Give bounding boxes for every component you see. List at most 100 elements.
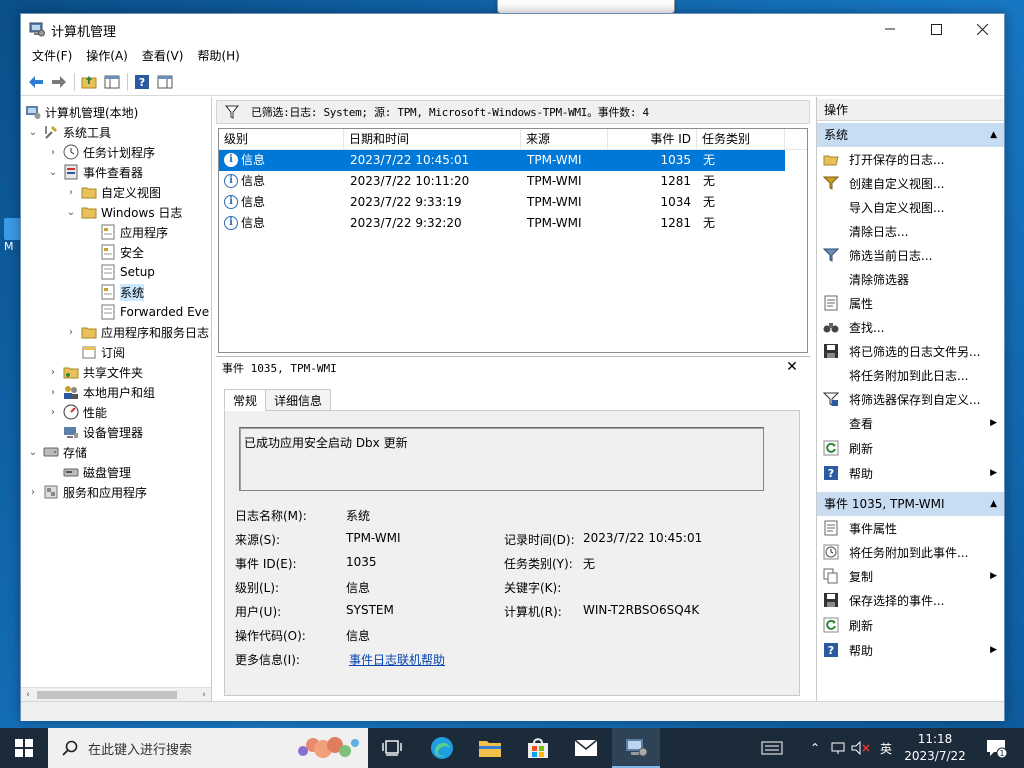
event-description[interactable]: 已成功应用安全启动 Dbx 更新 [239,427,764,491]
action-view-submenu[interactable]: 查看 ▶ [817,411,1004,435]
action-refresh-event[interactable]: 刷新 [817,613,1004,637]
tree-item-system-tools[interactable]: ⌄ 系统工具 [27,122,111,142]
collapse-icon[interactable]: ⌄ [27,127,39,138]
event-log-online-help-link[interactable]: 事件日志联机帮助 [349,651,445,668]
column-header-level[interactable]: 级别 [219,129,344,150]
actions-section-system[interactable]: 系统 ▲ [817,123,1004,147]
column-header-task-category[interactable]: 任务类别 [697,129,785,150]
action-import-custom-view[interactable]: 导入自定义视图... [817,195,1004,219]
tree-item-subscriptions[interactable]: 订阅 [81,342,125,362]
scrollbar-thumb[interactable] [37,691,177,699]
action-attach-task-to-log[interactable]: 将任务附加到此日志... [817,363,1004,387]
maximize-button[interactable] [913,14,959,44]
expand-icon[interactable]: › [47,367,59,378]
menu-action[interactable]: 操作(A) [79,46,135,66]
table-row[interactable]: i 信息 2023/7/22 10:45:01 TPM-WMI 1035 无 [219,150,785,171]
expand-icon[interactable]: › [65,327,77,338]
title-bar[interactable]: 计算机管理 [21,14,1004,44]
taskbar-clock[interactable]: 11:18 2023/7/22 [898,731,972,765]
action-clear-log[interactable]: 清除日志... [817,219,1004,243]
show-hide-action-pane-button[interactable] [154,71,176,93]
taskbar-computer-management-button[interactable] [612,728,660,768]
tree-item-shared-folders[interactable]: › 共享文件夹 [47,362,143,382]
collapse-icon[interactable]: ⌄ [47,167,59,178]
action-create-custom-view[interactable]: 创建自定义视图... [817,171,1004,195]
expand-icon[interactable]: › [47,147,59,158]
tree-item-log-security[interactable]: 安全 [100,242,144,262]
column-header-datetime[interactable]: 日期和时间 [344,129,521,150]
collapse-icon[interactable]: ⌄ [65,207,77,218]
action-clear-filter[interactable]: 清除筛选器 [817,267,1004,291]
tree-item-log-system[interactable]: 系统 [100,282,145,302]
collapse-up-icon[interactable]: ▲ [990,492,997,516]
tree-item-log-forwarded-events[interactable]: Forwarded Eve [100,302,209,322]
taskbar-file-explorer-button[interactable] [466,728,514,768]
taskbar-search-box[interactable]: 在此键入进行搜索 [48,728,368,768]
expand-icon[interactable]: › [47,387,59,398]
tab-details[interactable]: 详细信息 [265,389,332,411]
action-copy-submenu[interactable]: 复制 ▶ [817,564,1004,588]
show-hide-tree-button[interactable] [101,71,123,93]
tree-item-storage[interactable]: ⌄ 存储 [27,442,87,462]
action-refresh[interactable]: 刷新 [817,436,1004,460]
minimize-button[interactable] [867,14,913,44]
tree-item-log-application[interactable]: 应用程序 [100,222,168,242]
taskbar-edge-button[interactable] [418,728,466,768]
collapse-up-icon[interactable]: ▲ [990,123,997,147]
tab-general[interactable]: 常规 [224,389,267,411]
tree-item-event-viewer[interactable]: ⌄ 事件查看器 [47,162,143,182]
action-event-properties[interactable]: 事件属性 [817,516,1004,540]
forward-button[interactable] [48,71,70,93]
menu-view[interactable]: 查看(V) [135,46,191,66]
action-open-saved-log[interactable]: 打开保存的日志... [817,147,1004,171]
action-save-selected-events[interactable]: 保存选择的事件... [817,588,1004,612]
tree-item-performance[interactable]: › 性能 [47,402,107,422]
action-save-filtered-log[interactable]: 将已筛选的日志文件另... [817,339,1004,363]
menu-file[interactable]: 文件(F) [25,46,79,66]
action-save-filter-to-custom-view[interactable]: 将筛选器保存到自定义... [817,387,1004,411]
help-button[interactable]: ? [131,71,153,93]
action-attach-task-to-event[interactable]: 将任务附加到此事件... [817,540,1004,564]
detail-close-button[interactable]: ✕ [784,359,800,375]
back-button[interactable] [25,71,47,93]
start-button[interactable] [0,728,48,768]
taskbar-store-button[interactable] [514,728,562,768]
menu-help[interactable]: 帮助(H) [190,46,246,66]
tree-item-local-users-groups[interactable]: › 本地用户和组 [47,382,155,402]
task-view-button[interactable] [368,728,416,768]
tree-item-disk-management[interactable]: 磁盘管理 [63,462,131,482]
tree-item-windows-logs[interactable]: ⌄ Windows 日志 [65,202,183,222]
table-row[interactable]: i 信息 2023/7/22 9:33:19 TPM-WMI 1034 无 [219,192,785,213]
action-center-button[interactable]: 1 [978,728,1014,768]
taskbar-mail-button[interactable] [562,728,610,768]
tray-volume-button[interactable] [850,728,872,768]
tree-item-services-applications[interactable]: › 服务和应用程序 [27,482,147,502]
expand-icon[interactable]: › [47,407,59,418]
tray-ime-button[interactable]: 英 [876,728,896,768]
collapse-icon[interactable]: ⌄ [27,447,39,458]
scroll-left-icon[interactable]: ‹ [21,688,35,701]
action-properties[interactable]: 属性 [817,291,1004,315]
close-button[interactable] [959,14,1005,44]
show-hidden-icons-button[interactable]: ⌃ [808,728,822,768]
tree-horizontal-scrollbar[interactable]: ‹ › [21,687,211,701]
action-filter-current-log[interactable]: 筛选当前日志... [817,243,1004,267]
table-row[interactable]: i 信息 2023/7/22 9:32:20 TPM-WMI 1281 无 [219,213,785,234]
tree-item-custom-views[interactable]: › 自定义视图 [65,182,161,202]
expand-icon[interactable]: › [27,487,39,498]
actions-section-event[interactable]: 事件 1035, TPM-WMI ▲ [817,492,1004,516]
tray-network-button[interactable] [830,728,846,768]
tree-item-log-setup[interactable]: Setup [100,262,155,282]
scroll-right-icon[interactable]: › [197,688,211,701]
action-find[interactable]: 查找... [817,315,1004,339]
tree-item-task-scheduler[interactable]: › 任务计划程序 [47,142,155,162]
tree-item-computer-management[interactable]: 计算机管理(本地) [25,102,138,122]
tray-keyboard-button[interactable] [760,728,784,768]
column-header-event-id[interactable]: 事件 ID [608,129,697,150]
tree-item-apps-services-logs[interactable]: › 应用程序和服务日志 [65,322,209,342]
column-header-source[interactable]: 来源 [521,129,608,150]
expand-icon[interactable]: › [65,187,77,198]
tree-item-device-manager[interactable]: 设备管理器 [63,422,143,442]
up-one-level-button[interactable] [78,71,100,93]
action-help-submenu[interactable]: ? 帮助 ▶ [817,461,1004,485]
